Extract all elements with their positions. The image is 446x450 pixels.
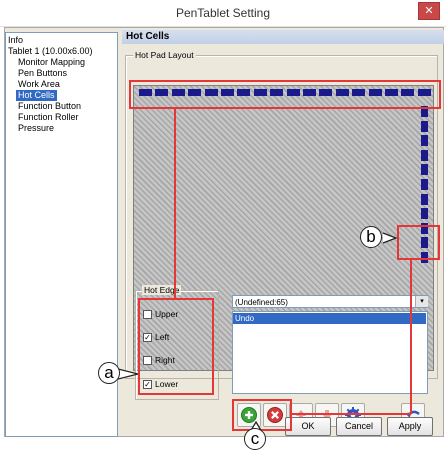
callout-b-arrow [382, 232, 398, 244]
top-edge-highlight [129, 80, 441, 109]
tree-item-work-area[interactable]: Work Area [18, 79, 60, 90]
tree-item-pen-buttons[interactable]: Pen Buttons [18, 68, 67, 79]
hot-cell[interactable] [421, 208, 428, 220]
connector-line [174, 108, 176, 299]
hot-cell[interactable] [421, 149, 428, 161]
chevron-down-icon[interactable]: ▾ [415, 296, 428, 307]
tree-item-pressure[interactable]: Pressure [18, 123, 54, 134]
function-dropdown[interactable]: (Undefined:65) [232, 295, 428, 308]
close-button[interactable]: ✕ [418, 2, 440, 20]
callout-c: c [244, 428, 266, 450]
connector-line [290, 413, 411, 415]
hot-edge-highlight [138, 298, 214, 395]
cancel-button[interactable]: Cancel [336, 417, 382, 436]
tree-item-info[interactable]: Info [8, 35, 23, 46]
tree-item-tablet[interactable]: Tablet 1 (10.00x6.00) [8, 46, 93, 57]
tree-item-function-roller[interactable]: Function Roller [18, 112, 79, 123]
apply-button[interactable]: Apply [387, 417, 433, 436]
panel-header: Hot Cells [122, 30, 444, 44]
tree-item-monitor-mapping[interactable]: Monitor Mapping [18, 57, 85, 68]
connector-line [410, 259, 412, 414]
callout-a: a [98, 362, 120, 384]
hotpad-legend: Hot Pad Layout [133, 50, 196, 60]
hotcell-highlight [397, 225, 440, 260]
hot-cell[interactable] [421, 164, 428, 176]
window-title: PenTablet Setting [175, 6, 271, 20]
tree-item-hot-cells[interactable]: Hot Cells [16, 90, 57, 101]
tree-item-function-button[interactable]: Function Button [18, 101, 81, 112]
callout-a-arrow [118, 368, 139, 380]
hot-cell[interactable] [421, 179, 428, 190]
hot-cell[interactable] [421, 193, 428, 205]
list-item-undo[interactable]: Undo [233, 313, 426, 324]
hot-cell[interactable] [421, 135, 428, 147]
callout-b: b [360, 226, 382, 248]
hot-cell[interactable] [421, 120, 428, 132]
